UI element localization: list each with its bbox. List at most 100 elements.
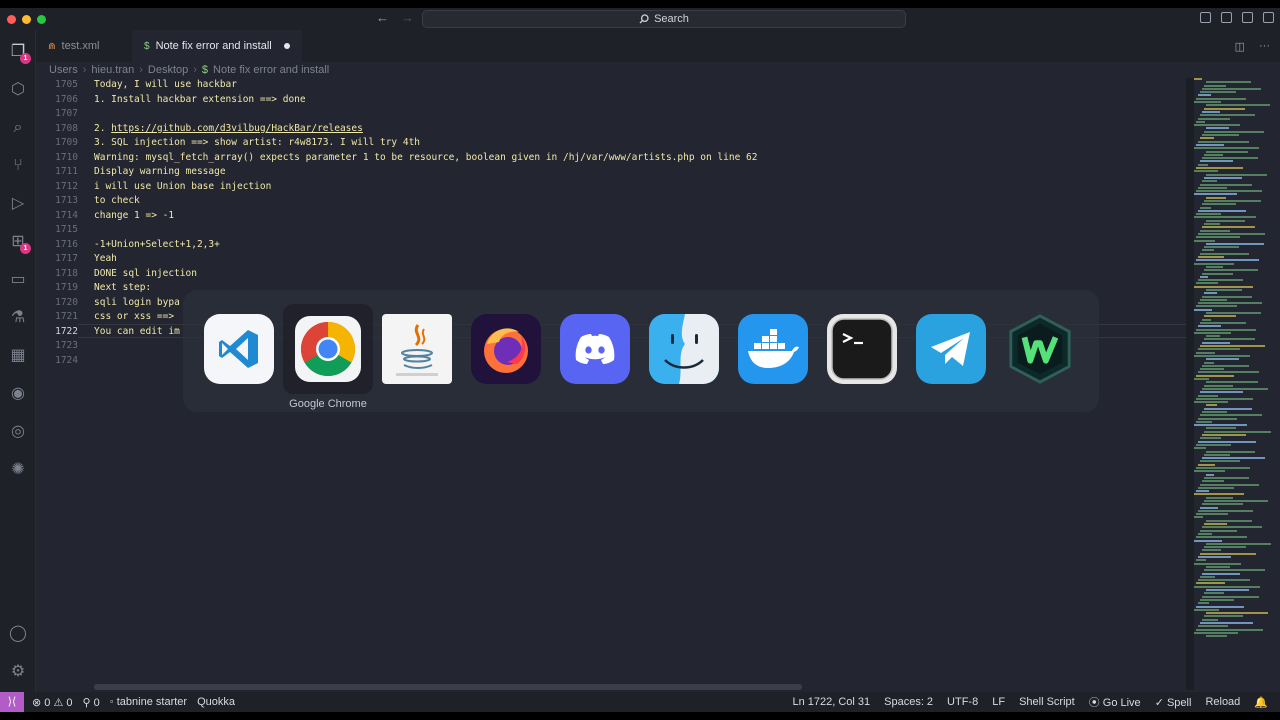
minimap-line [1202,410,1227,413]
breadcrumb-item[interactable]: Note fix error and install [213,64,329,76]
minimap-line [1204,292,1217,295]
minimap-line [1200,598,1234,601]
minimap-line [1196,443,1231,446]
minimap-line [1204,246,1239,249]
code-line[interactable]: 3. SQL injection ==> show artist: r4w817… [94,136,1184,151]
ports-indicator[interactable]: ⚲ 0 [83,696,100,709]
minimap-line [1204,523,1227,526]
run-debug-icon[interactable]: ▷ [8,194,28,214]
remote-explorer-icon[interactable]: ▭ [8,270,28,290]
code-line[interactable] [94,223,1184,238]
line-number: 1721 [55,311,78,322]
code-line[interactable]: change 1 => -1 [94,209,1184,224]
command-center-search[interactable]: Search [422,10,906,28]
spell-button[interactable]: ✓ Spell [1155,696,1192,709]
reload-button[interactable]: Reload [1205,696,1240,708]
tab-note-fix-error[interactable]: $ Note fix error and install [132,30,302,62]
minimap-line [1202,457,1265,460]
testing-flask-icon[interactable]: ⚗ [8,308,28,328]
toggle-secondary-sidebar-icon[interactable] [1242,12,1253,23]
google-chrome-app-icon[interactable] [293,314,363,384]
toggle-panel-icon[interactable] [1221,12,1232,23]
encoding[interactable]: UTF-8 [947,696,978,708]
language-mode[interactable]: Shell Script [1019,696,1075,708]
search-view-icon[interactable]: ⌕ [8,118,28,138]
account-icon[interactable]: ◯ [8,624,28,644]
problems-indicator[interactable]: ⊗ 0 ⚠ 0 [32,696,73,709]
extensions-badge: 1 [20,243,31,254]
vertical-scrollbar[interactable] [1186,78,1194,690]
minimap-line [1196,305,1237,308]
gitlens-icon[interactable]: ◎ [8,422,28,442]
code-line[interactable]: 1. Install hackbar extension ==> done [94,93,1184,108]
toggle-primary-sidebar-icon[interactable] [1200,12,1211,23]
minimap-line [1206,381,1258,384]
line-number: 1710 [55,151,78,163]
code-line[interactable]: DONE sql injection [94,267,1184,282]
settings-gear-icon[interactable]: ⚙ [8,662,28,682]
minimap-line [1204,176,1242,179]
minimap-line [1202,318,1211,321]
back-arrow-icon[interactable]: ← [376,10,389,25]
windscribe-app-icon[interactable] [1005,314,1075,384]
close-window-button[interactable] [7,15,16,24]
go-live-button[interactable]: ⦿ Go Live [1089,694,1141,710]
telegram-app-icon[interactable] [916,314,986,384]
code-line[interactable]: Warning: mysql_fetch_array() expects par… [94,151,1184,166]
tabnine-status[interactable]: ◦ tabnine starter [110,696,187,708]
minimap-line [1194,354,1250,357]
docker-app-icon[interactable] [738,314,808,384]
line-number: 1709 [55,137,78,148]
notifications-bell-icon[interactable]: 🔔 [1254,696,1268,709]
split-editor-icon[interactable]: ◫ [1235,40,1245,53]
java-app-icon[interactable] [382,314,452,384]
horizontal-scrollbar[interactable] [94,684,802,690]
minimap-line [1204,430,1271,433]
explorer-icon[interactable]: ❐ 1 [8,42,31,64]
code-line[interactable]: Yeah [94,252,1184,267]
zoom-window-button[interactable] [37,15,46,24]
code-line[interactable] [94,107,1184,122]
code-line[interactable]: -1+Union+Select+1,2,3+ [94,238,1184,253]
code-line[interactable]: Today, I will use hackbar [94,78,1184,93]
breadcrumb-item[interactable]: hieu.tran [91,64,134,76]
finder-app-icon[interactable] [649,314,719,384]
code-line[interactable]: 2. https://github.com/d3vilbug/HackBar/r… [94,122,1184,137]
minimap-line [1196,605,1244,608]
minimize-window-button[interactable] [22,15,31,24]
remote-connection-icon[interactable]: ⟩⟨ [0,692,24,712]
minimap-line [1198,579,1250,582]
minimap[interactable] [1194,78,1271,678]
navigation-arrows: ← → [376,10,414,25]
code-line[interactable]: i will use Union base injection [94,180,1184,195]
end-of-line[interactable]: LF [992,696,1005,708]
line-number: 1711 [55,166,78,177]
indentation[interactable]: Spaces: 2 [884,696,933,708]
code-line[interactable]: to check [94,194,1184,209]
github-icon[interactable]: ◉ [8,384,28,404]
code-line[interactable]: Display warning message [94,165,1184,180]
minimap-line [1200,229,1230,232]
customize-layout-icon[interactable] [1263,12,1274,23]
docker-icon[interactable]: ▦ [8,346,28,366]
more-actions-icon[interactable]: ··· [1259,40,1270,53]
line-number: 1716 [55,238,78,250]
minimap-line [1196,97,1246,100]
vscode-app-icon[interactable] [204,314,274,384]
extensions-icon[interactable]: ⊞ 1 [8,232,31,254]
code-link[interactable]: https://github.com/d3vilbug/HackBar/rele… [111,123,363,134]
firefox-app-icon[interactable] [471,314,541,384]
cursor-position[interactable]: Ln 1722, Col 31 [792,696,870,708]
source-control-icon[interactable]: ⑂ [8,156,28,176]
minimap-line [1200,368,1224,371]
terminal-app-icon[interactable] [827,314,897,384]
unsaved-dot-icon[interactable] [283,43,290,49]
quokka-status[interactable]: Quokka [197,696,235,708]
extensions-cube-icon[interactable]: ⬡ [8,80,28,100]
forward-arrow-icon[interactable]: → [401,10,414,25]
discord-app-icon[interactable] [560,314,630,384]
openai-icon[interactable]: ✺ [8,460,28,480]
breadcrumb-item[interactable]: Users [49,64,78,76]
breadcrumb-item[interactable]: Desktop [148,64,188,76]
tab-test-xml[interactable]: ⋒ test.xml [36,30,132,62]
